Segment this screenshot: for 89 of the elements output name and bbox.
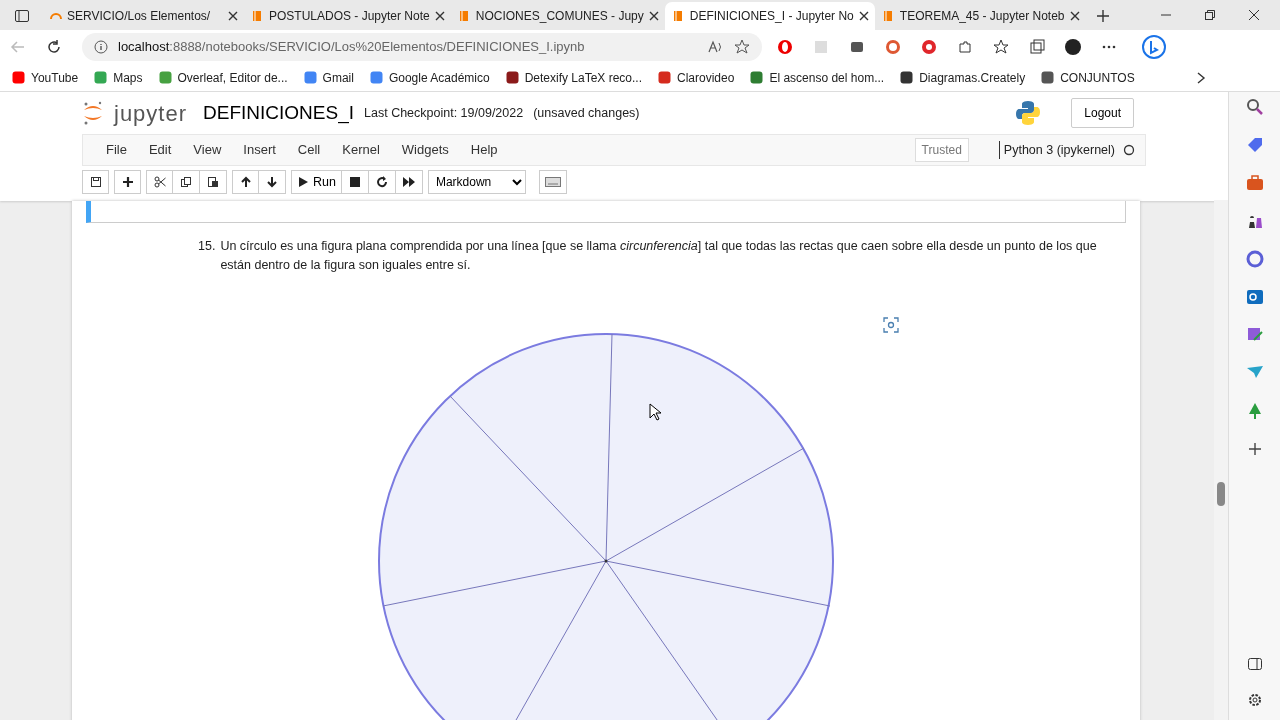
- jupyter-logo-icon: [82, 100, 104, 126]
- bookmark-link[interactable]: Clarovideo: [677, 68, 735, 87]
- menu-item[interactable]: Kernel: [331, 140, 391, 160]
- run-button[interactable]: Run: [291, 170, 342, 194]
- definition-text: Un círculo es una figura plana comprendida por una línea [que se llama circunferencia] tal que todas las rectas que caen sobre ella desde un punto de los que están dentro de la figura son iguales entre sí.: [220, 238, 1098, 274]
- restart-icon: [375, 176, 388, 188]
- stop-button[interactable]: [341, 170, 369, 194]
- save-status: (unsaved changes): [533, 104, 640, 122]
- add-cell-button[interactable]: [114, 170, 141, 194]
- list-number: 15.: [198, 238, 216, 255]
- arrow-up-icon: [239, 176, 252, 188]
- keyboard-icon: [544, 177, 561, 187]
- paste-icon: [207, 176, 219, 188]
- play-icon: [297, 176, 309, 188]
- plus-icon: [121, 176, 134, 188]
- scissors-icon: [153, 176, 166, 188]
- move-down-button[interactable]: [259, 170, 286, 194]
- copy-icon: [180, 176, 192, 188]
- cursor-icon: [649, 403, 661, 421]
- close-icon[interactable]: [858, 11, 869, 21]
- browser-tab[interactable]: NOCIONES_COMUNES - Jupy: [450, 2, 665, 30]
- browser-tab[interactable]: SERVICIO/Los Elementos/: [44, 2, 244, 30]
- save-button[interactable]: [82, 170, 109, 194]
- bookmark-link[interactable]: CONJUNTOS: [1060, 68, 1135, 87]
- bookmark-link[interactable]: El ascenso del hom...: [769, 68, 885, 87]
- restart-run-all-button[interactable]: [395, 170, 423, 194]
- menu-item[interactable]: Help: [459, 140, 509, 160]
- new-tab-icon[interactable]: [1095, 9, 1110, 23]
- briefcase-icon[interactable]: [1245, 174, 1264, 192]
- trusted-indicator[interactable]: Trusted: [914, 138, 969, 162]
- sidebar-toggle-icon[interactable]: [1246, 656, 1263, 672]
- browser-tab[interactable]: POSTULADOS - Jupyter Note: [244, 2, 451, 30]
- bookmark-link[interactable]: Diagramas.Creately: [919, 68, 1026, 87]
- menu-item[interactable]: View: [182, 140, 233, 160]
- settings-icon[interactable]: [1246, 692, 1263, 708]
- notebook-icon: [250, 9, 264, 23]
- close-icon[interactable]: [228, 11, 238, 21]
- close-icon[interactable]: [648, 11, 659, 21]
- browser-tab[interactable]: TEOREMA_45 - Jupyter Noteb: [874, 2, 1086, 30]
- bookmark-link[interactable]: Gmail: [322, 68, 354, 87]
- kernel-status-icon: [1123, 144, 1135, 156]
- address-field[interactable]: localhost:8888/notebooks/SERVICIO/Los%20Elementos/DEFINICIONES_I.ipynb: [82, 33, 762, 61]
- expand-icon[interactable]: [883, 317, 899, 333]
- arrow-down-icon: [266, 176, 278, 188]
- stop-icon: [348, 176, 361, 188]
- jupyter-logo-text: jupyter: [114, 99, 188, 128]
- bookmark-link[interactable]: Detexify LaTeX reco...: [524, 68, 643, 87]
- copy-button[interactable]: [173, 170, 200, 194]
- bookmark-link[interactable]: Overleaf, Editor de...: [177, 68, 288, 87]
- menu-item[interactable]: Edit: [137, 140, 183, 160]
- read-aloud-icon[interactable]: [708, 40, 724, 54]
- fast-forward-icon: [402, 176, 415, 188]
- search-icon[interactable]: [1245, 98, 1264, 116]
- bookmark-link[interactable]: YouTube: [31, 68, 79, 87]
- keyboard-button[interactable]: [538, 170, 567, 194]
- move-up-button[interactable]: [232, 170, 259, 194]
- kernel-name[interactable]: Python 3 (ipykernel): [998, 140, 1115, 160]
- scrollbar-thumb[interactable]: [1217, 482, 1225, 506]
- info-icon: [94, 40, 108, 54]
- collections-icon[interactable]: [1029, 39, 1045, 55]
- checkpoint-text: Last Checkpoint: 19/09/2022: [364, 104, 524, 122]
- chevron-right-icon[interactable]: [1196, 71, 1206, 84]
- paste-button[interactable]: [200, 170, 227, 194]
- url-text: localhost:8888/notebooks/SERVICIO/Los%20Elementos/DEFINICIONES_I.ipynb: [118, 38, 585, 57]
- bookmark-link[interactable]: Google Académico: [388, 68, 490, 87]
- menu-item[interactable]: Insert: [232, 140, 287, 160]
- tab-actions-icon[interactable]: [14, 8, 30, 24]
- menu-item[interactable]: Cell: [286, 140, 332, 160]
- bookmark-link[interactable]: Maps: [113, 68, 143, 87]
- loading-icon: [50, 12, 62, 20]
- logout-button[interactable]: Logout: [1071, 98, 1134, 128]
- restart-button[interactable]: [368, 170, 396, 194]
- close-icon[interactable]: [1248, 9, 1260, 21]
- star-icon[interactable]: [734, 39, 750, 55]
- restore-icon[interactable]: [1204, 9, 1216, 21]
- browser-tab[interactable]: DEFINICIONES_I - Jupyter No: [664, 2, 875, 30]
- cut-button[interactable]: [146, 170, 173, 194]
- python-logo-icon: [1015, 100, 1042, 126]
- favorites-icon[interactable]: [993, 39, 1009, 55]
- cell-type-select[interactable]: Markdown: [427, 170, 526, 194]
- profile-avatar-icon[interactable]: [1065, 39, 1081, 55]
- refresh-icon[interactable]: [46, 39, 62, 55]
- close-icon[interactable]: [434, 11, 445, 21]
- menu-item[interactable]: File: [95, 140, 138, 160]
- save-icon: [89, 176, 102, 188]
- notebook-name[interactable]: DEFINICIONES_I: [203, 98, 355, 128]
- close-icon[interactable]: [1069, 11, 1080, 21]
- scrollbar[interactable]: [1214, 200, 1228, 720]
- menu-item[interactable]: Widgets: [390, 140, 460, 160]
